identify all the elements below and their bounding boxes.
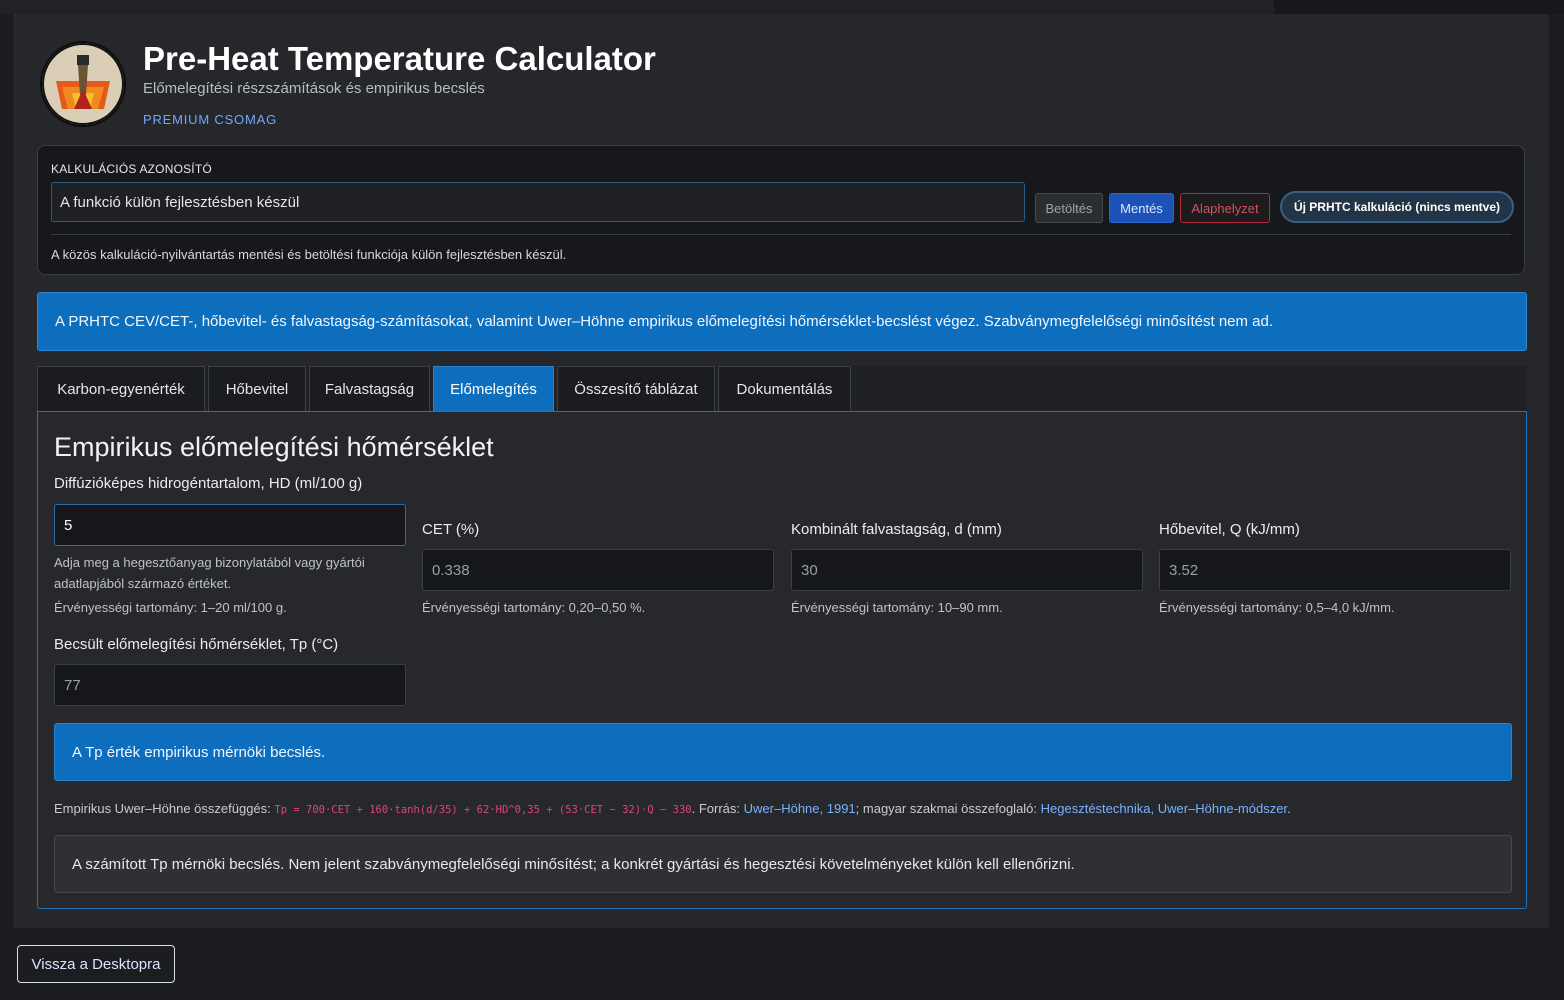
hd-label: Diffúzióképes hidrogéntartalom, HD (ml/1… [54,475,363,492]
top-bar [0,0,1564,14]
tab-preheat[interactable]: Előmelegítés [433,366,554,411]
tab-heat-input[interactable]: Hőbevitel [208,366,306,411]
thickness-label: Kombinált falvastagság, d (mm) [791,521,1002,538]
tp-banner: A Tp érték empirikus mérnöki becslés. [54,723,1512,781]
cet-range: Érvényességi tartomány: 0,20–0,50 %. [422,600,646,615]
cet-label: CET (%) [422,521,480,538]
calc-id-panel: KALKULÁCIÓS AZONOSÍTÓ A funkció külön fe… [37,145,1525,275]
new-calc-button[interactable]: Új PRHTC kalkuláció (nincs mentve) [1280,191,1514,223]
heat-input-label: Hőbevitel, Q (kJ/mm) [1159,521,1300,538]
load-button[interactable]: Betöltés [1035,193,1103,223]
tp-output: 77 [54,664,406,706]
source-prefix: . Forrás: [691,801,744,816]
formula-line: Empirikus Uwer–Höhne összefüggés: Tp = 7… [54,801,1291,816]
app-title: Pre-Heat Temperature Calculator [143,40,656,77]
thickness-input[interactable]: 30 [791,549,1143,591]
heat-input-field[interactable]: 3.52 [1159,549,1511,591]
formula-prefix: Empirikus Uwer–Höhne összefüggés: [54,801,275,816]
calc-id-label: KALKULÁCIÓS AZONOSÍTÓ [51,162,212,176]
calc-id-note: A közös kalkuláció-nyilvántartás mentési… [51,247,567,262]
info-banner: A PRHTC CEV/CET-, hőbevitel- és falvasta… [37,292,1527,351]
tab-documentation[interactable]: Dokumentálás [718,366,851,411]
divider [51,234,1511,235]
disclaimer-box: A számított Tp mérnöki becslés. Nem jele… [54,835,1512,893]
app-subtitle: Előmelegítési részszámítások és empiriku… [143,80,485,97]
reset-button[interactable]: Alaphelyzet [1180,193,1270,223]
hd-input[interactable]: 5 [54,504,406,546]
summary-link[interactable]: Hegesztéstechnika, Uwer–Höhne-módszer [1041,801,1287,816]
app-logo [40,41,126,127]
flame-logo-icon [42,43,124,125]
back-to-desktop-button[interactable]: Vissza a Desktopra [17,945,175,983]
hd-range: Érvényességi tartomány: 1–20 ml/100 g. [54,600,287,615]
heat-input-range: Érvényességi tartomány: 0,5–4,0 kJ/mm. [1159,600,1395,615]
cet-input[interactable]: 0.338 [422,549,774,591]
save-button[interactable]: Mentés [1109,193,1174,223]
preheat-panel: Empirikus előmelegítési hőmérséklet Diff… [37,411,1527,909]
tab-bar: Karbon-egyenérték Hőbevitel Falvastagság… [37,366,1527,412]
tab-carbon-equivalent[interactable]: Karbon-egyenérték [37,366,205,411]
thickness-range: Érvényességi tartomány: 10–90 mm. [791,600,1003,615]
formula-code: Tp = 700·CET + 160·tanh(d/35) + 62·HD^0,… [274,804,692,816]
section-title: Empirikus előmelegítési hőmérséklet [54,432,494,462]
tab-summary-table[interactable]: Összesítő táblázat [557,366,715,411]
calc-id-input[interactable]: A funkció külön fejlesztésben készül [51,182,1025,222]
hd-hint: Adja meg a hegesztőanyag bizonylatából v… [54,555,365,591]
formula-suffix: . [1287,801,1291,816]
summary-prefix: ; magyar szakmai összefoglaló: [855,801,1041,816]
source-link[interactable]: Uwer–Höhne, 1991 [744,801,856,816]
top-bar-segment [1274,0,1564,14]
tab-wall-thickness[interactable]: Falvastagság [309,366,430,411]
tp-label: Becsült előmelegítési hőmérséklet, Tp (°… [54,636,339,653]
package-label: PREMIUM CSOMAG [143,112,277,127]
